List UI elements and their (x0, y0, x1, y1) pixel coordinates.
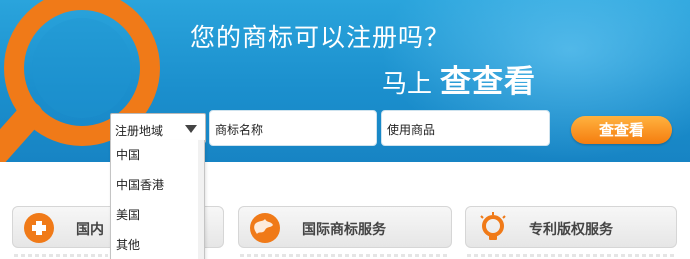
hero-subline: 马上 查查看 (382, 56, 536, 101)
service-card-patent-label: 专利版权服务 (529, 222, 613, 238)
region-option-china[interactable]: 中国 (111, 140, 204, 170)
card-shadow (240, 254, 450, 257)
service-card-international-label: 国际商标服务 (302, 222, 386, 238)
hero-subline-prefix: 马上 (382, 69, 433, 98)
hero-headline: 您的商标可以注册吗？ (190, 23, 451, 52)
region-option-usa[interactable]: 美国 (111, 200, 204, 230)
chevron-down-icon (185, 125, 197, 133)
service-card-patent[interactable]: 专利版权服务 (465, 206, 677, 248)
globe-icon (250, 213, 280, 243)
region-option-hongkong[interactable]: 中国香港 (111, 170, 204, 200)
plus-icon (24, 213, 54, 243)
region-option-other[interactable]: 其他 (111, 230, 204, 259)
goods-input[interactable]: 使用商品 (381, 110, 550, 146)
service-card-domestic-label: 国内 (76, 222, 104, 238)
card-shadow (467, 254, 675, 257)
lightbulb-icon (480, 212, 506, 240)
region-select-value: 注册地域 (115, 124, 164, 138)
search-button[interactable]: 查查看 (571, 116, 672, 144)
service-card-international[interactable]: 国际商标服务 (238, 206, 452, 248)
dropdown-scrollbar[interactable] (198, 140, 204, 259)
trademark-name-placeholder: 商标名称 (215, 123, 264, 137)
region-select[interactable]: 注册地域 (110, 113, 206, 143)
card-shadow (14, 254, 108, 257)
goods-placeholder: 使用商品 (387, 123, 436, 137)
trademark-name-input[interactable]: 商标名称 (209, 110, 377, 146)
region-dropdown-list: 中国 中国香港 美国 其他 (110, 140, 205, 259)
hero-subline-emphasis: 查查看 (439, 64, 536, 100)
